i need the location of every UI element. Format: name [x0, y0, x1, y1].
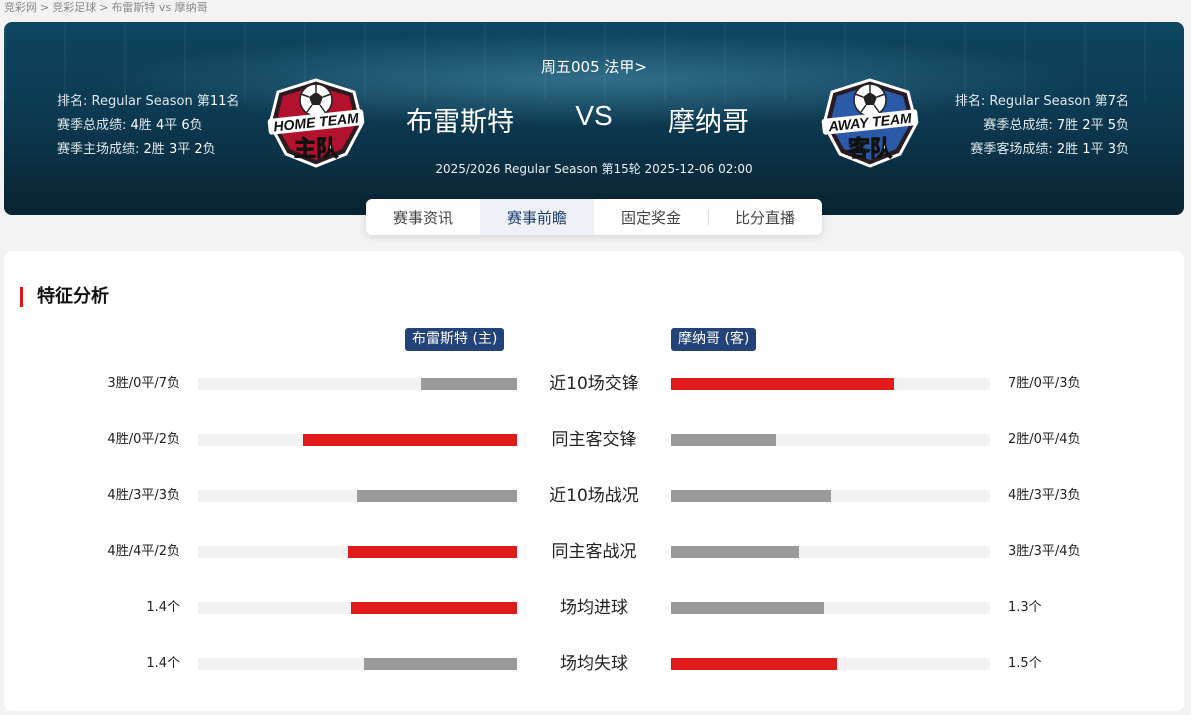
tab-match-preview[interactable]: 赛事前瞻	[480, 199, 594, 235]
metric-label: 同主客战况	[551, 542, 637, 562]
home-value: 4胜/4平/2负	[107, 544, 180, 559]
comparison-row: 1.4个 场均进球 1.3个	[4, 597, 1184, 619]
tab-live-score[interactable]: 比分直播	[708, 199, 822, 235]
away-value: 1.3个	[1008, 600, 1042, 615]
tab-fixed-odds[interactable]: 固定奖金	[594, 199, 708, 235]
soccer-ball-icon: AWAY TEAM 客队	[821, 78, 919, 168]
home-bar-track	[198, 602, 517, 614]
feature-analysis-panel: 特征分析 布雷斯特 (主) 摩纳哥 (客) 3胜/0平/7负 近10场交锋 7胜/0…	[4, 251, 1184, 711]
home-bar-track	[198, 658, 517, 670]
away-total-record: 赛季总成绩: 7胜 2平 5负	[983, 118, 1129, 133]
metric-label: 场均失球	[560, 654, 628, 674]
breadcrumb: 竞彩网 > 竞彩足球 > 布雷斯特 vs 摩纳哥	[4, 0, 208, 16]
metric-label: 近10场交锋	[549, 374, 639, 394]
home-bar-fill	[351, 602, 517, 614]
metric-label: 近10场战况	[549, 486, 639, 506]
home-bar-fill	[364, 658, 517, 670]
home-bar-fill	[348, 546, 517, 558]
away-value: 7胜/0平/3负	[1008, 376, 1081, 391]
comparison-row: 4胜/0平/2负 同主客交锋 2胜/0平/4负	[4, 429, 1184, 451]
away-bar-fill	[671, 490, 831, 502]
away-bar-fill	[671, 378, 894, 390]
tab-match-info[interactable]: 赛事资讯	[366, 199, 480, 235]
away-value: 1.5个	[1008, 656, 1042, 671]
comparison-row: 3胜/0平/7负 近10场交锋 7胜/0平/3负	[4, 373, 1184, 395]
away-bar-track	[671, 378, 990, 390]
match-hero: 周五005 法甲> 排名: Regular Season 第11名 赛季总成绩:…	[4, 22, 1184, 215]
comparison-rows: 3胜/0平/7负 近10场交锋 7胜/0平/3负 4胜/0平/2负 同主客交锋 2胜/0平…	[4, 251, 1184, 711]
away-bar-track	[671, 546, 990, 558]
home-value: 3胜/0平/7负	[107, 376, 180, 391]
breadcrumb-link-home[interactable]: 竞彩网	[4, 1, 37, 14]
comparison-row: 4胜/4平/2负 同主客战况 3胜/3平/4负	[4, 541, 1184, 563]
match-tabs: 赛事资讯 赛事前瞻 固定奖金 比分直播	[366, 199, 822, 235]
home-bar-track	[198, 378, 517, 390]
away-value: 3胜/3平/4负	[1008, 544, 1081, 559]
svg-text:主队: 主队	[294, 137, 339, 162]
away-bar-track	[671, 434, 990, 446]
home-bar-track	[198, 434, 517, 446]
away-bar-track	[671, 658, 990, 670]
away-bar-track	[671, 602, 990, 614]
away-bar-track	[671, 490, 990, 502]
home-value: 4胜/0平/2负	[107, 432, 180, 447]
comparison-row: 1.4个 场均失球 1.5个	[4, 653, 1184, 675]
away-bar-fill	[671, 546, 799, 558]
home-bar-track	[198, 546, 517, 558]
home-bar-fill	[357, 490, 517, 502]
home-venue-record: 赛季主场成绩: 2胜 3平 2负	[57, 142, 216, 157]
away-value: 4胜/3平/3负	[1008, 488, 1081, 503]
away-rank: 排名: Regular Season 第7名	[954, 94, 1129, 109]
home-value: 4胜/3平/3负	[107, 488, 180, 503]
away-bar-fill	[671, 658, 837, 670]
breadcrumb-separator: >	[40, 1, 50, 14]
metric-label: 同主客交锋	[551, 430, 637, 450]
league-link[interactable]: 周五005 法甲>	[541, 58, 647, 76]
home-bar-track	[198, 490, 517, 502]
home-bar-fill	[303, 434, 517, 446]
away-bar-fill	[671, 602, 824, 614]
away-team-badge: AWAY TEAM 客队	[816, 76, 924, 168]
away-bar-fill	[671, 434, 776, 446]
home-value: 1.4个	[146, 600, 180, 615]
home-bar-fill	[421, 378, 517, 390]
metric-label: 场均进球	[560, 598, 628, 618]
away-value: 2胜/0平/4负	[1008, 432, 1081, 447]
breadcrumb-separator: >	[99, 1, 109, 14]
comparison-row: 4胜/3平/3负 近10场战况 4胜/3平/3负	[4, 485, 1184, 507]
breadcrumb-current: 布雷斯特 vs 摩纳哥	[111, 1, 208, 14]
svg-text:客队: 客队	[848, 136, 893, 162]
home-value: 1.4个	[146, 656, 180, 671]
match-round-datetime: 2025/2026 Regular Season 第15轮 2025-12-06…	[435, 162, 753, 176]
match-league-meta: 周五005 法甲>	[4, 56, 1184, 77]
away-team-name: 摩纳哥	[668, 107, 749, 138]
away-season-stats: 排名: Regular Season 第7名 赛季总成绩: 7胜 2平 5负 赛…	[955, 90, 1129, 162]
away-venue-record: 赛季客场成绩: 2胜 1平 3负	[970, 142, 1129, 157]
breadcrumb-link-football[interactable]: 竞彩足球	[52, 1, 96, 14]
